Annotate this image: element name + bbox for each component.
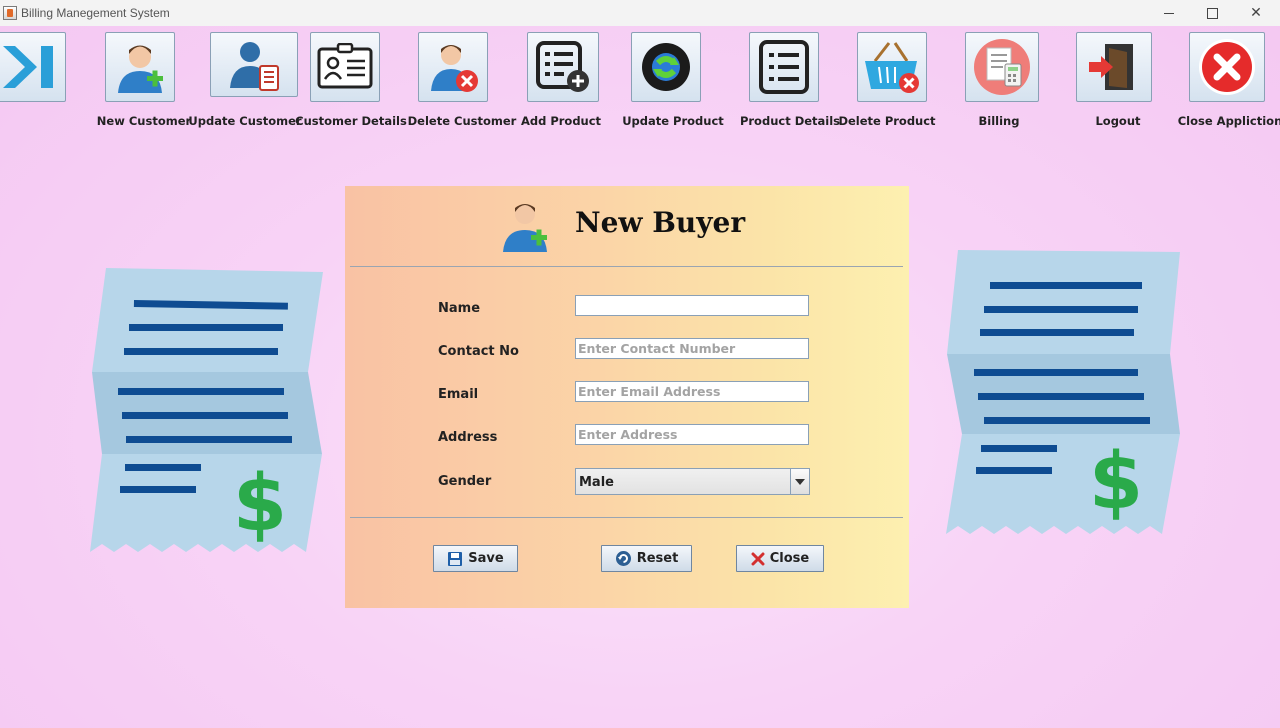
user-edit-icon (230, 41, 279, 91)
receipt-illustration-left: $ (90, 268, 323, 552)
minimize-icon (1164, 12, 1174, 14)
floppy-disk-icon (448, 551, 463, 566)
add-product-label: Add Product (520, 114, 602, 128)
logout-button[interactable] (1076, 32, 1152, 102)
logout-door-icon (1089, 44, 1133, 90)
dollar-sign-right: $ (1089, 437, 1143, 527)
user-delete-icon (431, 45, 478, 92)
reset-button[interactable]: Reset (601, 545, 692, 572)
save-button-label: Save (468, 551, 504, 566)
list-add-icon (536, 41, 589, 92)
minimize-button[interactable] (1146, 0, 1192, 26)
delete-customer-button[interactable] (418, 32, 488, 102)
dollar-sign-left: $ (233, 459, 287, 549)
name-label: Name (438, 301, 481, 316)
reset-button-label: Reset (636, 551, 679, 566)
delete-product-label: Delete Product (838, 114, 936, 128)
toolbar-collapse-button[interactable] (0, 32, 66, 102)
close-application-label: Close Appliction (1177, 114, 1280, 128)
name-field[interactable] (575, 295, 809, 316)
address-field[interactable] (575, 424, 809, 445)
delete-customer-label: Delete Customer (407, 114, 517, 128)
reset-icon (615, 551, 631, 566)
form-divider-top (350, 266, 903, 267)
add-product-button[interactable] (527, 32, 599, 102)
billing-label: Billing (978, 114, 1020, 128)
title-bar: Billing Manegement System (0, 0, 1280, 26)
user-add-icon (118, 45, 163, 93)
save-button[interactable]: Save (433, 545, 518, 572)
gender-select[interactable]: Male (575, 468, 810, 495)
form-title: New Buyer (575, 206, 746, 239)
product-details-label: Product Details (739, 114, 841, 128)
refresh-globe-icon (642, 43, 690, 91)
gender-selected-value: Male (579, 475, 614, 490)
product-details-button[interactable] (749, 32, 819, 102)
receipt-illustration-right: $ (946, 250, 1180, 534)
maximize-icon (1206, 7, 1218, 19)
new-customer-label: New Customer (96, 114, 192, 128)
customer-details-label: Customer Details (295, 114, 407, 128)
logout-label: Logout (1095, 114, 1141, 128)
list-icon (759, 40, 809, 94)
email-label: Email (438, 387, 479, 402)
customer-details-button[interactable] (310, 32, 380, 102)
email-field[interactable] (575, 381, 809, 402)
maximize-button[interactable] (1189, 0, 1235, 26)
contact-number-field[interactable] (575, 338, 809, 359)
gender-label: Gender (438, 474, 492, 489)
java-app-icon (3, 6, 17, 20)
update-product-label: Update Product (622, 114, 724, 128)
delete-product-button[interactable] (857, 32, 927, 102)
form-divider-bottom (350, 517, 903, 518)
close-icon (751, 552, 765, 565)
window-close-button[interactable]: ✕ (1233, 0, 1279, 26)
address-label: Address (438, 430, 498, 445)
user-add-icon (503, 204, 547, 252)
update-customer-label: Update Customer (188, 114, 302, 128)
close-icon: ✕ (1250, 5, 1262, 21)
chevron-down-icon[interactable] (790, 469, 809, 494)
close-button[interactable]: Close (736, 545, 824, 572)
close-application-button[interactable] (1189, 32, 1265, 102)
update-product-button[interactable] (631, 32, 701, 102)
billing-button[interactable] (965, 32, 1039, 102)
bill-calculator-icon (974, 39, 1030, 95)
contact-no-label: Contact No (438, 344, 519, 359)
close-button-label: Close (769, 551, 810, 566)
update-customer-button[interactable] (210, 32, 298, 97)
basket-delete-icon (865, 42, 919, 93)
new-customer-button[interactable] (105, 32, 175, 102)
id-card-icon (317, 43, 373, 89)
collapse-arrow-icon (3, 46, 53, 88)
window-title: Billing Manegement System (21, 6, 170, 20)
close-circle-icon (1199, 39, 1255, 95)
